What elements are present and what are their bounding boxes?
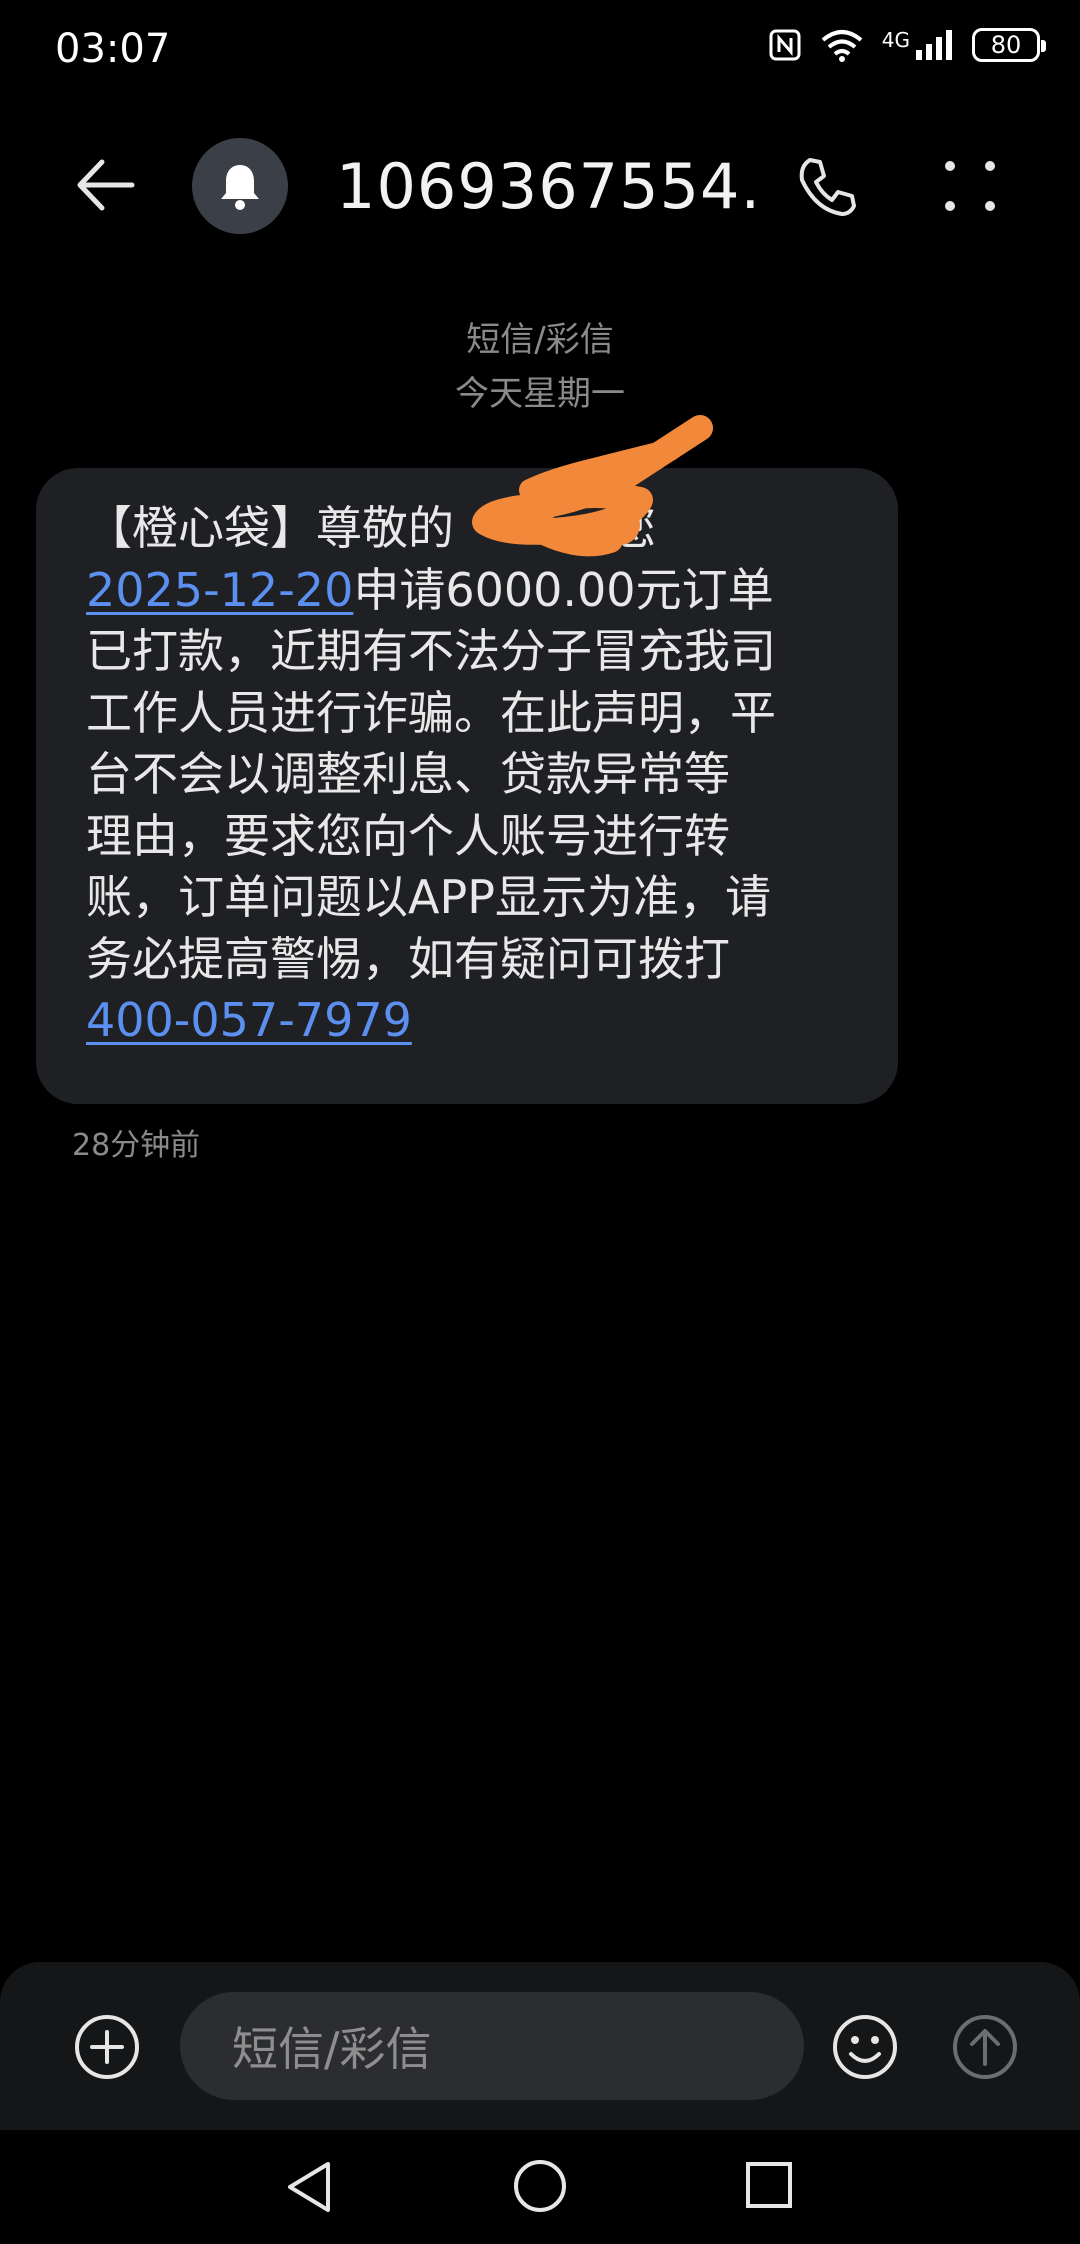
message-time: 28分钟前: [72, 1128, 201, 1163]
message-line-8: 务必提高警惕，如有疑问可拨打: [86, 931, 730, 986]
battery-level: 80: [990, 31, 1022, 59]
phone-link[interactable]: 400-057-7979: [86, 993, 412, 1047]
thread-date-label: 今天星期一: [455, 374, 625, 414]
nfc-icon: [769, 29, 801, 61]
conversation-header: 1069367554...: [0, 120, 1080, 250]
message-line-6: 理由，要求您向个人账号进行转: [86, 808, 730, 863]
message-line-2: 申请6000.00元订单: [353, 562, 774, 617]
message-line-5: 台不会以调整利息、贷款异常等: [86, 747, 730, 801]
navigation-bar: [0, 2130, 1080, 2244]
message-bubble[interactable]: 【橙心袋】尊敬的 ，您 2025-12-20申请6000.00元订单已打款，近期有不…: [36, 468, 898, 1104]
wifi-icon: [821, 30, 863, 62]
message-line-4: 工作人员进行诈骗。在此声明，平: [86, 685, 776, 740]
status-icons: 4G 80: [768, 28, 1046, 62]
nav-back-icon[interactable]: [282, 2158, 338, 2216]
bell-icon: [221, 165, 259, 210]
date-link[interactable]: 2025-12-20: [86, 563, 353, 617]
nav-home-icon[interactable]: [512, 2158, 568, 2214]
message-line-3: 已打款，近期有不法分子冒充我司: [86, 624, 776, 678]
back-arrow-icon[interactable]: [70, 150, 150, 220]
emoji-icon[interactable]: [830, 2012, 900, 2082]
thread-type-label: 短信/彩信: [466, 320, 614, 360]
message-text: 【橙心袋】尊敬的 ，您 2025-12-20申请6000.00元订单已打款，近期有不…: [86, 498, 858, 1052]
contact-name[interactable]: 1069367554...: [336, 150, 756, 223]
signal-icon: [916, 30, 952, 60]
battery-icon: 80: [972, 28, 1046, 62]
composer-bar: 短信/彩信: [0, 1962, 1080, 2130]
status-bar: 03:07 4G 80: [0, 0, 1080, 100]
thread-meta: 短信/彩信 今天星期一: [0, 318, 1080, 416]
message-line-1-tail: ，您: [564, 501, 656, 555]
message-line-1: 【橙心袋】尊敬的: [86, 501, 454, 555]
network-type: 4G: [881, 28, 910, 52]
phone-icon[interactable]: [792, 152, 862, 222]
input-placeholder: 短信/彩信: [232, 2022, 432, 2076]
message-input[interactable]: 短信/彩信: [180, 1992, 804, 2100]
avatar[interactable]: [192, 138, 288, 234]
more-vertical-icon[interactable]: [940, 156, 1000, 216]
send-up-arrow-icon[interactable]: [950, 2012, 1020, 2082]
plus-circle-icon[interactable]: [72, 2012, 142, 2082]
nav-recent-icon[interactable]: [744, 2160, 794, 2210]
message-line-7: 账，订单问题以APP显示为准，请: [86, 870, 771, 924]
status-time: 03:07: [55, 26, 171, 72]
